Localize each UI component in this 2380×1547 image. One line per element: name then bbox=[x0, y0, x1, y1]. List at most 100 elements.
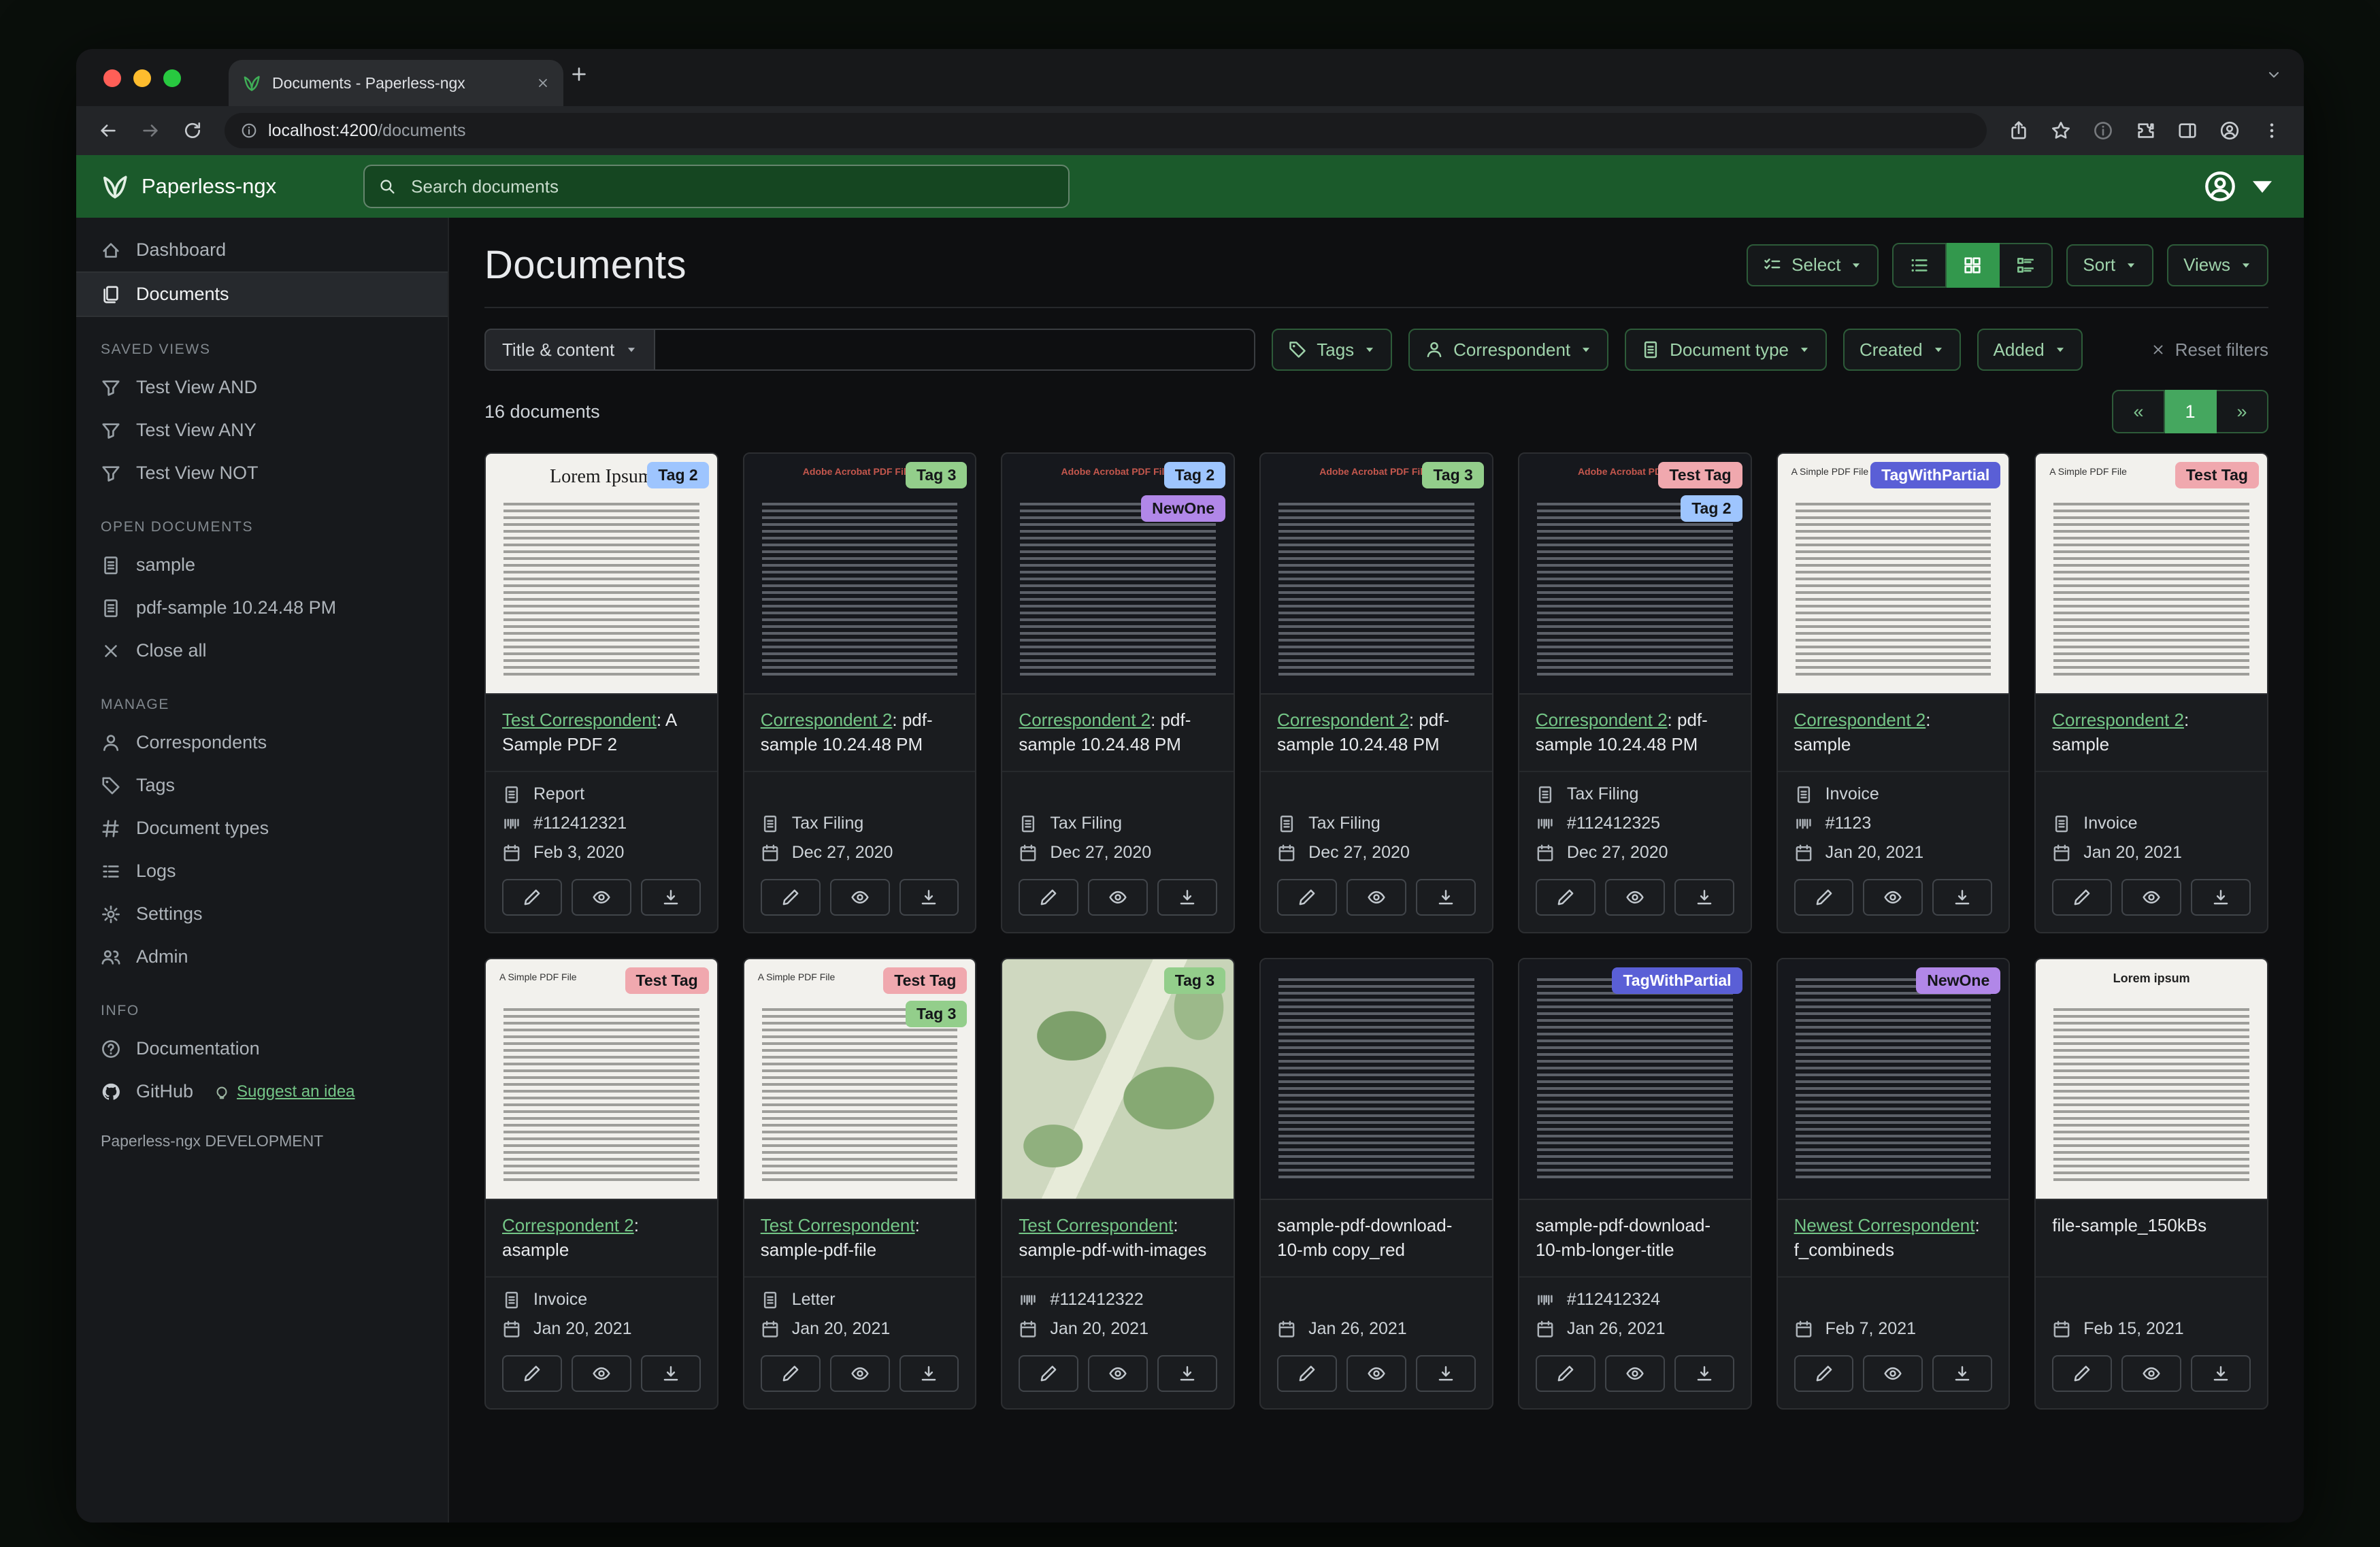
forward-button[interactable] bbox=[132, 112, 169, 149]
suggest-idea-link[interactable]: Suggest an idea bbox=[214, 1082, 355, 1101]
document-thumbnail[interactable]: Lorem ipsum bbox=[2036, 959, 2267, 1200]
download-button[interactable] bbox=[2191, 1355, 2251, 1392]
address-bar[interactable]: localhost:4200/documents bbox=[225, 113, 1987, 148]
document-meta-calendar[interactable]: Dec 27, 2020 bbox=[761, 843, 959, 863]
correspondent-filter-button[interactable]: Correspondent bbox=[1408, 329, 1609, 371]
correspondent-link[interactable]: Correspondent 2 bbox=[502, 1215, 634, 1235]
views-button[interactable]: Views bbox=[2167, 244, 2268, 286]
edit-button[interactable] bbox=[1794, 1355, 1854, 1392]
view-button[interactable] bbox=[1346, 879, 1406, 916]
document-thumbnail[interactable]: Adobe Acrobat PDF Files Tag 2 NewOne bbox=[1002, 454, 1234, 695]
view-list-button[interactable] bbox=[1892, 242, 1947, 288]
document-thumbnail[interactable] bbox=[1261, 959, 1492, 1200]
tag-badge[interactable]: Tag 2 bbox=[1163, 462, 1226, 488]
document-thumbnail[interactable]: Tag 3 bbox=[1002, 959, 1234, 1200]
close-window-button[interactable] bbox=[103, 69, 121, 87]
document-meta-calendar[interactable]: Feb 15, 2021 bbox=[2052, 1319, 2251, 1339]
document-meta-calendar[interactable]: Dec 27, 2020 bbox=[1277, 843, 1476, 863]
correspondent-link[interactable]: Test Correspondent bbox=[502, 710, 657, 730]
tag-badge[interactable]: Tag 3 bbox=[906, 462, 968, 488]
document-type-filter-button[interactable]: Document type bbox=[1625, 329, 1828, 371]
document-thumbnail[interactable]: Adobe Acrobat PDF Files Test Tag Tag 2 bbox=[1519, 454, 1751, 695]
correspondent-link[interactable]: Correspondent 2 bbox=[1536, 710, 1668, 730]
document-meta-calendar[interactable]: Jan 20, 2021 bbox=[2052, 843, 2251, 863]
document-meta-file[interactable]: Report bbox=[502, 784, 701, 804]
title-content-dropdown[interactable]: Title & content bbox=[484, 329, 656, 371]
tag-badge[interactable]: TagWithPartial bbox=[1870, 462, 2001, 488]
sidebar-item-test-view-and[interactable]: Test View AND bbox=[76, 366, 448, 409]
correspondent-link[interactable]: Correspondent 2 bbox=[2052, 710, 2184, 730]
previous-page-button[interactable]: « bbox=[2112, 390, 2165, 433]
document-meta-upc[interactable]: #1123 bbox=[1794, 814, 1993, 833]
document-thumbnail[interactable]: Adobe Acrobat PDF Files Tag 3 bbox=[1261, 454, 1492, 695]
view-button[interactable] bbox=[1088, 1355, 1148, 1392]
tag-badge[interactable]: Tag 3 bbox=[1422, 462, 1484, 488]
tag-badge[interactable]: Test Tag bbox=[2175, 462, 2259, 488]
sidebar-item-document-types[interactable]: Document types bbox=[76, 807, 448, 850]
edit-button[interactable] bbox=[760, 879, 821, 916]
download-button[interactable] bbox=[1932, 1355, 1993, 1392]
sidebar-item-tags[interactable]: Tags bbox=[76, 764, 448, 807]
download-button[interactable] bbox=[899, 879, 959, 916]
view-button[interactable] bbox=[571, 1355, 631, 1392]
edit-button[interactable] bbox=[2052, 1355, 2113, 1392]
document-thumbnail[interactable]: A Simple PDF File Test Tag bbox=[486, 959, 717, 1200]
document-thumbnail[interactable]: A Simple PDF File Test Tag bbox=[2036, 454, 2267, 695]
document-thumbnail[interactable]: Adobe Acrobat PDF Files Tag 3 bbox=[744, 454, 976, 695]
view-button[interactable] bbox=[829, 879, 890, 916]
correspondent-link[interactable]: Newest Correspondent bbox=[1794, 1215, 1975, 1235]
correspondent-link[interactable]: Correspondent 2 bbox=[1277, 710, 1409, 730]
sidebar-item-admin[interactable]: Admin bbox=[76, 935, 448, 978]
document-meta-upc[interactable]: #112412325 bbox=[1536, 814, 1734, 833]
edit-button[interactable] bbox=[1277, 879, 1338, 916]
download-button[interactable] bbox=[1932, 879, 1993, 916]
tag-badge[interactable]: Tag 3 bbox=[906, 1001, 968, 1027]
document-meta-upc[interactable]: #112412322 bbox=[1019, 1290, 1217, 1310]
sidebar-item-open-doc-pdf-sample[interactable]: pdf-sample 10.24.48 PM bbox=[76, 586, 448, 629]
correspondent-link[interactable]: Test Correspondent bbox=[1019, 1215, 1173, 1235]
reload-button[interactable] bbox=[174, 112, 211, 149]
document-thumbnail[interactable]: NewOne bbox=[1777, 959, 2009, 1200]
document-meta-file[interactable]: Tax Filing bbox=[1536, 784, 1734, 804]
browser-tab[interactable]: Documents - Paperless-ngx bbox=[229, 60, 563, 106]
sidebar-item-correspondents[interactable]: Correspondents bbox=[76, 721, 448, 764]
share-icon[interactable] bbox=[2000, 112, 2037, 149]
view-details-button[interactable] bbox=[2000, 242, 2053, 288]
edit-button[interactable] bbox=[2052, 879, 2113, 916]
document-meta-upc[interactable]: #112412321 bbox=[502, 814, 701, 833]
tab-close-icon[interactable] bbox=[536, 76, 550, 90]
sidebar-item-test-view-not[interactable]: Test View NOT bbox=[76, 452, 448, 495]
document-meta-file[interactable]: Invoice bbox=[2052, 814, 2251, 833]
user-menu[interactable] bbox=[2203, 169, 2279, 203]
document-meta-file[interactable]: Letter bbox=[761, 1290, 959, 1310]
document-meta-file[interactable]: Tax Filing bbox=[1277, 814, 1476, 833]
sidebar-item-test-view-any[interactable]: Test View ANY bbox=[76, 409, 448, 452]
document-thumbnail[interactable]: A Simple PDF File TagWithPartial bbox=[1777, 454, 2009, 695]
download-button[interactable] bbox=[1157, 1355, 1218, 1392]
download-button[interactable] bbox=[899, 1355, 959, 1392]
document-meta-file[interactable]: Tax Filing bbox=[1019, 814, 1217, 833]
sidebar-item-github[interactable]: GitHub bbox=[136, 1081, 193, 1102]
added-filter-button[interactable]: Added bbox=[1977, 329, 2083, 371]
sidebar-item-settings[interactable]: Settings bbox=[76, 893, 448, 935]
view-button[interactable] bbox=[1604, 1355, 1665, 1392]
side-panel-icon[interactable] bbox=[2169, 112, 2206, 149]
view-button[interactable] bbox=[2121, 879, 2182, 916]
edit-button[interactable] bbox=[760, 1355, 821, 1392]
edit-button[interactable] bbox=[502, 1355, 562, 1392]
document-meta-calendar[interactable]: Jan 26, 2021 bbox=[1277, 1319, 1476, 1339]
next-page-button[interactable]: » bbox=[2217, 390, 2268, 433]
edit-button[interactable] bbox=[502, 879, 562, 916]
tag-badge[interactable]: Test Tag bbox=[625, 967, 709, 994]
tag-badge[interactable]: Tag 2 bbox=[1681, 495, 1742, 522]
sidebar-item-logs[interactable]: Logs bbox=[76, 850, 448, 893]
edit-button[interactable] bbox=[1794, 879, 1854, 916]
correspondent-link[interactable]: Test Correspondent bbox=[761, 1215, 915, 1235]
app-brand[interactable]: Paperless-ngx bbox=[101, 172, 276, 201]
document-meta-calendar[interactable]: Feb 7, 2021 bbox=[1794, 1319, 1993, 1339]
document-meta-calendar[interactable]: Jan 26, 2021 bbox=[1536, 1319, 1734, 1339]
document-thumbnail[interactable]: Lorem Ipsum Tag 2 bbox=[486, 454, 717, 695]
sort-button[interactable]: Sort bbox=[2066, 244, 2154, 286]
download-button[interactable] bbox=[1415, 1355, 1476, 1392]
tag-badge[interactable]: Test Tag bbox=[883, 967, 968, 994]
